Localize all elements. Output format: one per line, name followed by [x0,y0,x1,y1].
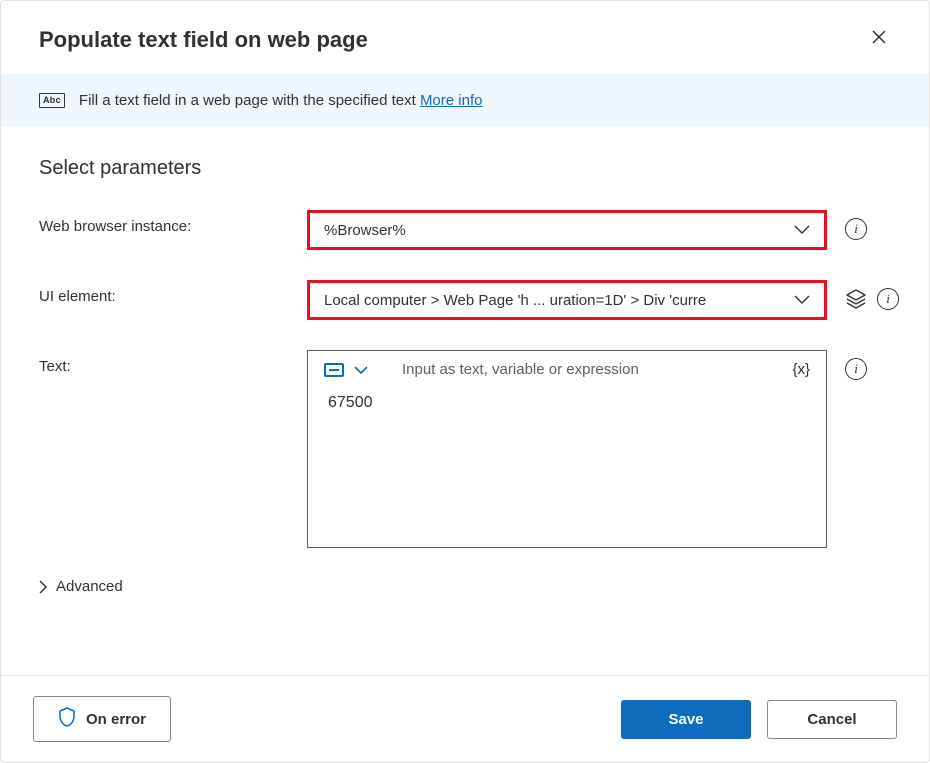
text-editor[interactable]: Input as text, variable or expression {x… [307,350,827,548]
text-label: Text: [39,350,289,375]
cancel-button[interactable]: Cancel [767,700,897,739]
browser-instance-value: %Browser% [324,222,406,239]
insert-variable-button[interactable]: {x} [792,361,810,378]
advanced-label: Advanced [56,578,123,595]
banner-text: Fill a text field in a web page with the… [79,92,483,109]
ui-element-value: Local computer > Web Page 'h ... uration… [324,292,706,309]
info-icon[interactable]: i [877,288,899,310]
text-field-icon: Abc [39,93,65,108]
chevron-right-icon [39,580,48,594]
input-mode-icon[interactable] [324,363,344,377]
ui-element-dropdown[interactable]: Local computer > Web Page 'h ... uration… [307,280,827,320]
advanced-toggle[interactable]: Advanced [39,578,891,595]
ui-element-actions: i [845,280,899,310]
on-error-label: On error [86,711,146,728]
dialog-content: Select parameters Web browser instance: … [1,127,929,595]
info-icon[interactable]: i [845,218,867,240]
footer-buttons: Save Cancel [621,700,897,739]
browser-instance-dropdown[interactable]: %Browser% [307,210,827,250]
dialog-header: Populate text field on web page [1,1,929,74]
more-info-link[interactable]: More info [420,92,483,109]
chevron-down-icon [794,225,810,235]
text-editor-toolbar: Input as text, variable or expression {x… [308,351,826,380]
chevron-down-icon [794,295,810,305]
ui-element-label: UI element: [39,280,289,305]
layers-icon[interactable] [845,288,867,310]
chevron-down-icon[interactable] [354,362,368,378]
on-error-button[interactable]: On error [33,696,171,742]
row-text: Text: Input as text, variable or express… [39,350,891,548]
dialog-title: Populate text field on web page [39,27,368,53]
close-button[interactable] [867,25,891,54]
info-icon[interactable]: i [845,358,867,380]
save-button[interactable]: Save [621,700,751,739]
text-value[interactable]: 67500 [308,380,826,426]
text-actions: i [845,350,891,380]
row-ui-element: UI element: Local computer > Web Page 'h… [39,280,891,320]
browser-instance-label: Web browser instance: [39,210,289,235]
shield-icon [58,707,76,731]
section-heading: Select parameters [39,157,891,180]
text-placeholder: Input as text, variable or expression [378,361,782,378]
row-browser-instance: Web browser instance: %Browser% i [39,210,891,250]
dialog-footer: On error Save Cancel [1,675,929,762]
close-icon [871,29,887,45]
info-banner: Abc Fill a text field in a web page with… [1,74,929,127]
browser-instance-actions: i [845,210,891,240]
